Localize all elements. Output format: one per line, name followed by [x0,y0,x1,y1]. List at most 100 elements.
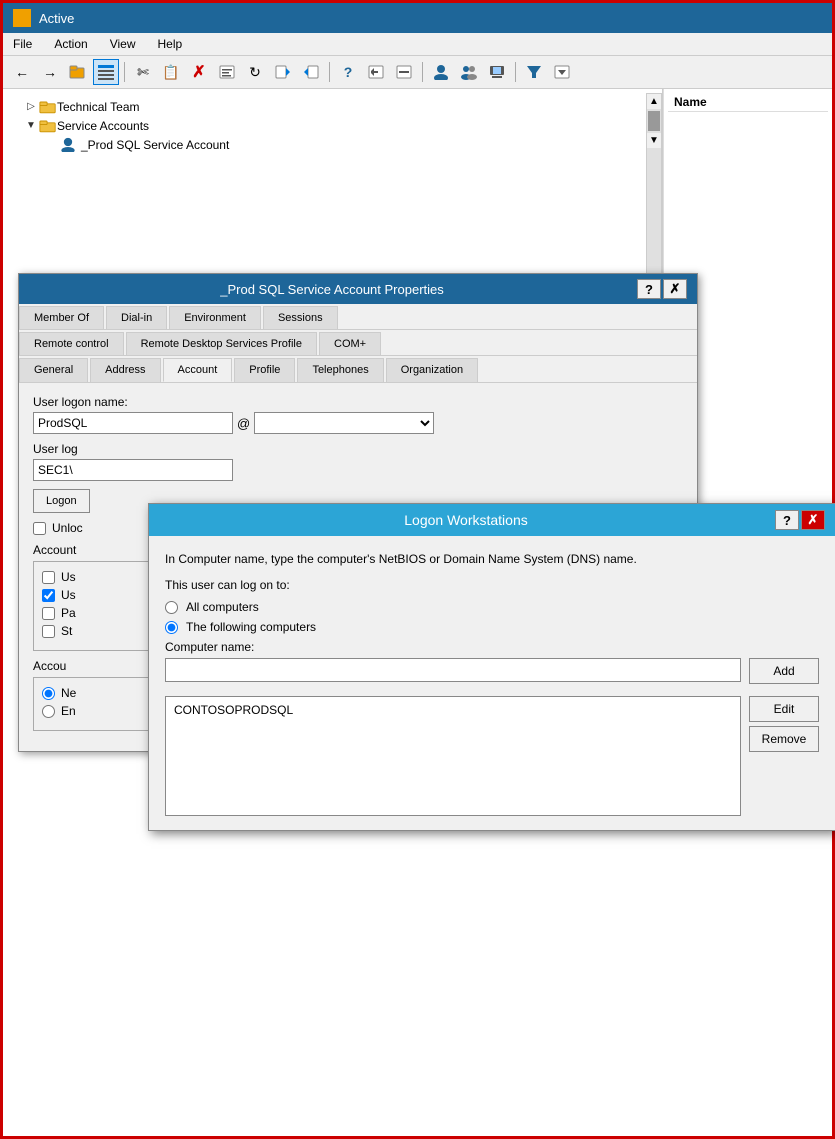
menu-bar: File Action View Help [3,33,832,56]
name-header: Name [668,93,828,112]
zoom-out-button[interactable] [391,59,417,85]
radio-end-label: En [61,704,76,718]
user-logon-down-input[interactable] [33,459,233,481]
tree-item-service-accounts[interactable]: ▼ Service Accounts [3,116,646,135]
tab-remote-control[interactable]: Remote control [19,332,124,355]
delete-button[interactable]: ✗ [186,59,212,85]
option-pa-label: Pa [61,606,76,620]
ws-add-button[interactable]: Add [749,658,819,684]
option-us2-checkbox[interactable] [42,589,55,602]
toolbar-sep-1 [124,62,125,82]
tab-rdp-profile[interactable]: Remote Desktop Services Profile [126,332,317,355]
properties-help-button[interactable]: ? [637,279,661,299]
ws-radio-all[interactable] [165,601,178,614]
properties-button[interactable] [214,59,240,85]
menu-action[interactable]: Action [50,35,91,53]
expander-prod-sql [43,139,59,150]
ws-computer-name-input[interactable] [165,658,741,682]
copy-button[interactable]: 📋 [158,59,184,85]
help-button[interactable]: ? [335,59,361,85]
filter-button[interactable] [521,59,547,85]
ws-remove-button[interactable]: Remove [749,726,819,752]
ws-list-column: CONTOSOPRODSQL [165,696,741,816]
ws-computers-list[interactable]: CONTOSOPRODSQL [165,696,741,816]
app-icon [13,9,31,27]
radio-never[interactable] [42,687,55,700]
outer-frame: Active File Action View Help ← → ✄ 📋 ✗ ↻ [0,0,835,1139]
tab-environment[interactable]: Environment [169,306,261,329]
properties-title: _Prod SQL Service Account Properties [29,282,635,297]
ws-edit-button[interactable]: Edit [749,696,819,722]
scroll-thumb [648,111,660,131]
option-st-checkbox[interactable] [42,625,55,638]
cut-button[interactable]: ✄ [130,59,156,85]
properties-close-button[interactable]: ✗ [663,279,687,299]
logon-workstations-dialog: Logon Workstations ? ✗ In Computer name,… [148,503,835,831]
tree-item-technical-team[interactable]: ▷ Technical Team [3,97,646,116]
ws-input-row: Add [165,658,819,688]
domain-select[interactable] [254,412,434,434]
expander-service-accounts: ▼ [23,120,39,131]
ws-list-area: CONTOSOPRODSQL Edit Remove [165,696,819,816]
more-button[interactable] [549,59,575,85]
logon-ws-close-button[interactable]: ✗ [801,510,825,530]
at-sign: @ [237,416,250,431]
scroll-down-btn[interactable]: ▼ [647,133,661,148]
option-us1-checkbox[interactable] [42,571,55,584]
logon-ws-help-button[interactable]: ? [775,510,799,530]
folder-icon-technical-team [39,99,57,114]
ws-logon-label: This user can log on to: [165,578,819,592]
tab-telephones[interactable]: Telephones [297,358,383,382]
ws-radio-following-row: The following computers [165,620,819,634]
tab-account[interactable]: Account [163,358,233,382]
tab-organization[interactable]: Organization [386,358,478,382]
up-folder-button[interactable] [65,59,91,85]
ws-radio-following[interactable] [165,621,178,634]
user-logon-input[interactable] [33,412,233,434]
computer-button[interactable] [484,59,510,85]
tree-item-prod-sql[interactable]: _Prod SQL Service Account [3,135,646,154]
scroll-up-btn[interactable]: ▲ [647,94,661,109]
ws-radio-all-row: All computers [165,600,819,614]
menu-view[interactable]: View [106,35,140,53]
user-button[interactable] [428,59,454,85]
option-st-label: St [61,624,72,638]
forward-button[interactable]: → [37,59,63,85]
export-button[interactable] [270,59,296,85]
import-button[interactable] [298,59,324,85]
logon-ws-title-bar: Logon Workstations ? ✗ [149,504,835,536]
tab-dial-in[interactable]: Dial-in [106,306,167,329]
folder-icon-service-accounts [39,118,57,133]
radio-end-of[interactable] [42,705,55,718]
tab-member-of[interactable]: Member Of [19,306,104,329]
users-button[interactable] [456,59,482,85]
tab-sessions[interactable]: Sessions [263,306,338,329]
toolbar-sep-2 [329,62,330,82]
menu-file[interactable]: File [9,35,36,53]
refresh-button[interactable]: ↻ [242,59,268,85]
unlock-checkbox[interactable] [33,522,46,535]
tabs-row1: Member Of Dial-in Environment Sessions [19,304,697,330]
zoom-in-button[interactable] [363,59,389,85]
logon-ws-title: Logon Workstations [159,512,773,528]
ws-radio-all-label: All computers [186,600,259,614]
menu-help[interactable]: Help [154,35,187,53]
tabs-row3: General Address Account Profile Telephon… [19,356,697,383]
back-button[interactable]: ← [9,59,35,85]
tab-general[interactable]: General [19,358,88,382]
detail-view-button[interactable] [93,59,119,85]
option-us1-label: Us [61,570,76,584]
tab-profile[interactable]: Profile [234,358,295,382]
title-text: Active [39,11,822,26]
tree-label-technical-team: Technical Team [57,100,140,114]
option-pa-checkbox[interactable] [42,607,55,620]
tab-address[interactable]: Address [90,358,160,382]
radio-never-label: Ne [61,686,76,700]
user-icon-prod-sql [59,137,77,152]
toolbar-sep-4 [515,62,516,82]
option-us2-label: Us [61,588,76,602]
logon-hours-button[interactable]: Logon [33,489,90,513]
user-logon-down-label: User log [33,442,683,456]
tab-com-plus[interactable]: COM+ [319,332,381,355]
ws-list-item-contoso[interactable]: CONTOSOPRODSQL [170,701,736,719]
